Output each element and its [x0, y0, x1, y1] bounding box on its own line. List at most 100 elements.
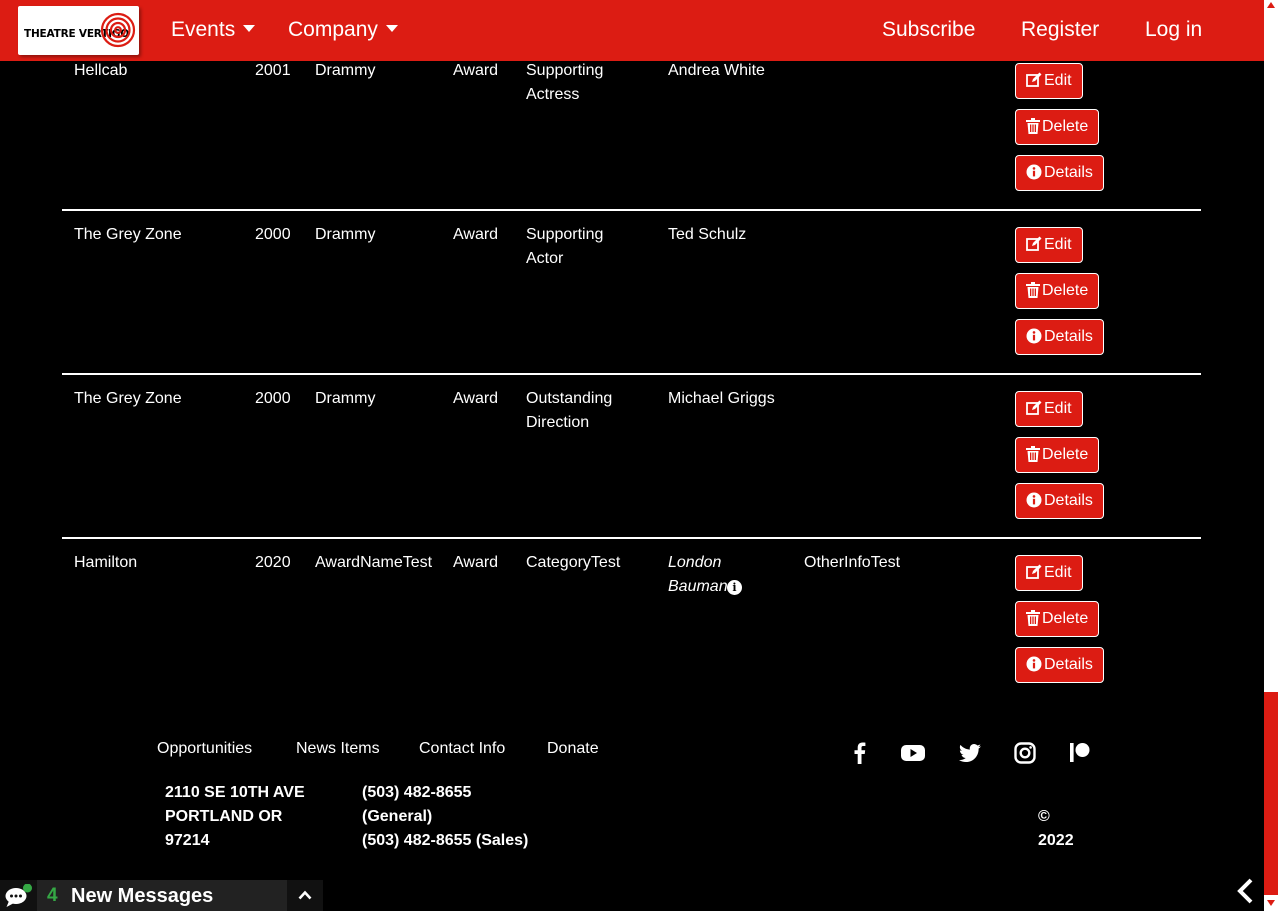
- award-type-cell: Award: [453, 554, 499, 571]
- info-circle-icon: [1026, 328, 1042, 344]
- details-button[interactable]: Details: [1015, 319, 1104, 355]
- events-menu[interactable]: Events: [171, 18, 256, 42]
- details-button[interactable]: Details: [1015, 647, 1104, 683]
- address-line-1: 2110 SE 10TH AVE: [165, 784, 305, 801]
- trash-icon: [1026, 446, 1040, 462]
- edit-button-label: Edit: [1044, 400, 1072, 417]
- edit-button-label: Edit: [1044, 564, 1072, 581]
- trash-icon: [1026, 610, 1040, 626]
- twitter-icon[interactable]: [957, 740, 983, 766]
- scroll-up-arrow-icon[interactable]: [1267, 2, 1275, 8]
- chevron-left-icon[interactable]: [1232, 876, 1260, 906]
- footer-link-opportunities[interactable]: Opportunities: [157, 740, 252, 758]
- edit-icon: [1026, 564, 1042, 579]
- award-name-cell: Drammy: [315, 390, 376, 407]
- award-type-cell: Award: [453, 390, 499, 407]
- subscribe-link[interactable]: Subscribe: [882, 18, 975, 42]
- delete-button-label: Delete: [1042, 118, 1089, 135]
- category-cell-line2: Direction: [526, 414, 590, 431]
- show-title-cell: The Grey Zone: [74, 390, 182, 407]
- award-name-cell: AwardNameTest: [315, 554, 433, 571]
- delete-button-label: Delete: [1042, 610, 1089, 627]
- footer-address: 2110 SE 10TH AVE PORTLAND OR 97214: [165, 781, 305, 853]
- recipient-cell: London: [668, 554, 722, 571]
- recipient-cell: Andrea White: [668, 62, 765, 79]
- info-circle-icon[interactable]: i: [727, 580, 742, 595]
- scroll-down-arrow-icon[interactable]: [1267, 900, 1275, 906]
- footer-link-news-items[interactable]: News Items: [296, 740, 380, 758]
- address-line-2: PORTLAND OR: [165, 808, 283, 825]
- messages-label: New Messages: [71, 885, 214, 907]
- info-circle-icon: [1026, 164, 1042, 180]
- year-cell: 2000: [255, 226, 291, 243]
- show-title-cell: Hamilton: [74, 554, 138, 571]
- delete-button-label: Delete: [1042, 282, 1089, 299]
- year-cell: 2020: [255, 554, 291, 571]
- caret-down-icon: [243, 25, 256, 32]
- recipient-cell: Michael Griggs: [668, 390, 775, 407]
- instagram-icon[interactable]: [1012, 740, 1038, 766]
- new-messages-bar[interactable]: 4 New Messages: [0, 880, 323, 911]
- phone-general-line-2: (General): [362, 808, 433, 825]
- recipient-cell: Ted Schulz: [668, 226, 747, 243]
- spiral-logo-icon: [100, 12, 136, 48]
- messages-icon-wrap: [0, 880, 37, 911]
- award-name-cell: Drammy: [315, 226, 376, 243]
- edit-icon: [1026, 400, 1042, 415]
- award-name-cell: Drammy: [315, 62, 376, 79]
- details-button[interactable]: Details: [1015, 483, 1104, 519]
- company-menu[interactable]: Company: [288, 18, 398, 42]
- delete-button[interactable]: Delete: [1015, 109, 1100, 145]
- trash-icon: [1026, 118, 1040, 134]
- messages-expand-button[interactable]: [287, 880, 323, 911]
- details-button[interactable]: Details: [1015, 155, 1104, 191]
- edit-button[interactable]: Edit: [1015, 555, 1083, 591]
- messages-count: 4: [47, 885, 58, 906]
- table-row: Hamilton 2020 AwardNameTest Award CategoryTe…: [62, 539, 1201, 703]
- award-type-cell: Award: [453, 226, 499, 243]
- caret-down-icon: [385, 25, 398, 32]
- award-type-cell: Award: [453, 62, 499, 79]
- register-link[interactable]: Register: [1021, 18, 1099, 42]
- footer-link-contact-info[interactable]: Contact Info: [419, 740, 505, 758]
- edit-icon: [1026, 236, 1042, 251]
- edit-button[interactable]: Edit: [1015, 391, 1083, 427]
- login-link[interactable]: Log in: [1145, 18, 1202, 42]
- delete-button[interactable]: Delete: [1015, 437, 1100, 473]
- details-button-label: Details: [1044, 164, 1093, 181]
- footer-copyright: © 2022: [1038, 805, 1074, 853]
- edit-button[interactable]: Edit: [1015, 227, 1083, 263]
- phone-general-line-1: (503) 482-8655: [362, 784, 472, 801]
- footer-phone: (503) 482-8655 (General) (503) 482-8655 …: [362, 781, 528, 853]
- year-cell: 2001: [255, 62, 291, 79]
- other-info-cell: OtherInfoTest: [804, 554, 901, 571]
- edit-button[interactable]: Edit: [1015, 63, 1083, 99]
- company-menu-label: Company: [288, 18, 378, 41]
- footer-link-donate[interactable]: Donate: [547, 740, 599, 758]
- category-cell-line2: Actress: [526, 86, 580, 103]
- youtube-icon[interactable]: [900, 740, 926, 766]
- address-line-3: 97214: [165, 832, 210, 849]
- info-circle-icon: [1026, 656, 1042, 672]
- show-title-cell: Hellcab: [74, 62, 128, 79]
- details-button-label: Details: [1044, 328, 1093, 345]
- copyright-symbol: ©: [1038, 808, 1050, 825]
- info-circle-icon: [1026, 492, 1042, 508]
- delete-button[interactable]: Delete: [1015, 273, 1100, 309]
- page-scrollbar[interactable]: [1264, 0, 1278, 911]
- recipient-info-icon-wrap: i: [724, 575, 742, 599]
- category-cell: Supporting: [526, 226, 604, 243]
- category-cell: Outstanding: [526, 390, 613, 407]
- facebook-icon[interactable]: [847, 740, 873, 766]
- trash-icon: [1026, 282, 1040, 298]
- chat-bubble-icon: [5, 884, 32, 907]
- chevron-up-icon: [298, 890, 312, 900]
- year-cell: 2000: [255, 390, 291, 407]
- delete-button[interactable]: Delete: [1015, 601, 1100, 637]
- table-row: The Grey Zone 2000 Drammy Award Outstanding D…: [62, 375, 1201, 539]
- patreon-icon[interactable]: [1067, 740, 1093, 766]
- edit-button-label: Edit: [1044, 236, 1072, 253]
- events-menu-label: Events: [171, 18, 236, 41]
- scrollbar-thumb[interactable]: [1264, 692, 1278, 895]
- show-title-cell: The Grey Zone: [74, 226, 182, 243]
